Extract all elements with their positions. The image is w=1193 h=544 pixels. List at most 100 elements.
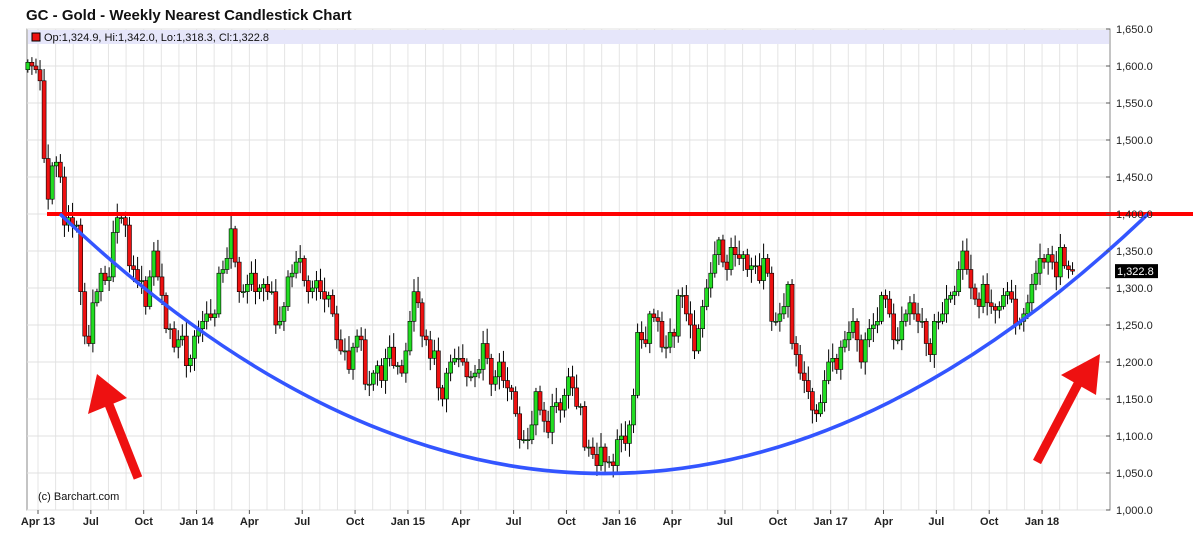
candle-body bbox=[838, 346, 844, 370]
candle-body bbox=[1001, 295, 1006, 307]
candle-body bbox=[1053, 261, 1059, 278]
candle-body bbox=[493, 376, 498, 385]
candle-body bbox=[354, 335, 360, 348]
candle-body bbox=[322, 291, 327, 300]
candle-body bbox=[131, 265, 136, 270]
candle-body bbox=[476, 369, 482, 374]
candle-body bbox=[850, 320, 856, 333]
candle-body bbox=[261, 283, 266, 289]
candle-body bbox=[940, 313, 945, 322]
candle-body bbox=[452, 357, 457, 363]
candle-body bbox=[86, 335, 92, 344]
candle-body bbox=[155, 250, 161, 278]
candle-body bbox=[362, 339, 368, 385]
candle-body bbox=[488, 357, 494, 385]
candle-body bbox=[834, 357, 840, 370]
candle-body bbox=[708, 272, 714, 289]
candle-body bbox=[301, 258, 307, 281]
candle-body bbox=[419, 302, 425, 337]
candle-body bbox=[399, 365, 405, 374]
candle-body bbox=[110, 232, 116, 278]
candle-body bbox=[907, 302, 913, 315]
candle-body bbox=[342, 350, 348, 353]
candle-body bbox=[623, 435, 628, 444]
x-tick-label: Oct bbox=[557, 516, 576, 528]
candle-body bbox=[151, 250, 157, 278]
candle-body bbox=[858, 339, 864, 363]
candle-body bbox=[704, 287, 709, 307]
candle-body bbox=[224, 258, 230, 270]
candle-body bbox=[732, 247, 738, 256]
candle-body bbox=[997, 306, 1002, 311]
candle-body bbox=[830, 357, 836, 363]
candle-body bbox=[265, 283, 270, 292]
candle-body bbox=[285, 276, 291, 307]
y-tick-label: 1,300.0 bbox=[1116, 283, 1153, 295]
candle-body bbox=[440, 387, 445, 400]
candle-body bbox=[135, 269, 140, 281]
x-tick-label: Jan 16 bbox=[602, 516, 636, 528]
candle-body bbox=[875, 320, 880, 326]
x-tick-label: Jan 17 bbox=[814, 516, 848, 528]
candle-body bbox=[651, 313, 657, 318]
candle-body bbox=[310, 287, 315, 292]
x-tick-label: Jul bbox=[717, 516, 733, 528]
candle-body bbox=[49, 165, 55, 200]
candle-body bbox=[114, 217, 120, 233]
candle-body bbox=[521, 439, 527, 442]
candle-body bbox=[773, 320, 779, 323]
candle-body bbox=[614, 439, 620, 466]
candle-body bbox=[598, 446, 604, 466]
candle-body bbox=[842, 339, 848, 348]
x-tick-label: Jul bbox=[294, 516, 310, 528]
candle-body bbox=[192, 335, 197, 359]
candle-body bbox=[249, 272, 254, 285]
candle-body bbox=[700, 306, 705, 330]
candle-body bbox=[415, 291, 421, 304]
candle-body bbox=[586, 446, 592, 449]
candle-body bbox=[167, 328, 173, 331]
candle-body bbox=[822, 380, 827, 404]
candle-body bbox=[541, 409, 547, 422]
candle-body bbox=[944, 298, 949, 315]
candle-body bbox=[765, 258, 770, 274]
candle-body bbox=[594, 454, 600, 466]
candle-body bbox=[993, 306, 998, 311]
y-tick-label: 1,400.0 bbox=[1116, 209, 1153, 221]
x-tick-label: Jul bbox=[83, 516, 99, 528]
candle-body bbox=[895, 339, 901, 342]
candle-body bbox=[777, 313, 783, 322]
y-tick-label: 1,600.0 bbox=[1116, 61, 1153, 73]
candle-body bbox=[716, 239, 722, 255]
candle-body bbox=[41, 80, 47, 159]
x-tick-label: Oct bbox=[769, 516, 788, 528]
candle-body bbox=[570, 376, 575, 389]
candle-body bbox=[123, 217, 128, 226]
x-tick-label: Apr 13 bbox=[21, 516, 55, 528]
candle-body bbox=[854, 320, 860, 341]
candle-body bbox=[505, 380, 510, 389]
y-tick-label: 1,200.0 bbox=[1116, 357, 1153, 369]
candle-body bbox=[204, 313, 209, 322]
candle-body bbox=[371, 372, 376, 385]
candle-body bbox=[639, 332, 644, 341]
candle-body bbox=[806, 380, 811, 392]
candle-body bbox=[789, 283, 795, 344]
candle-body bbox=[745, 254, 750, 270]
candle-body bbox=[736, 254, 742, 259]
candle-body bbox=[566, 376, 571, 396]
candle-body bbox=[1025, 302, 1031, 315]
candle-body bbox=[956, 269, 962, 293]
candle-body bbox=[814, 409, 819, 415]
candle-body bbox=[293, 261, 299, 274]
candle-body bbox=[891, 313, 896, 341]
candle-body bbox=[427, 339, 433, 359]
candle-body bbox=[810, 391, 815, 411]
candle-body bbox=[740, 254, 746, 259]
candle-body bbox=[936, 320, 941, 323]
candle-body bbox=[659, 320, 665, 348]
candle-body bbox=[1062, 247, 1067, 267]
candle-body bbox=[757, 265, 762, 281]
candle-body bbox=[208, 313, 214, 318]
candle-body bbox=[720, 239, 726, 263]
